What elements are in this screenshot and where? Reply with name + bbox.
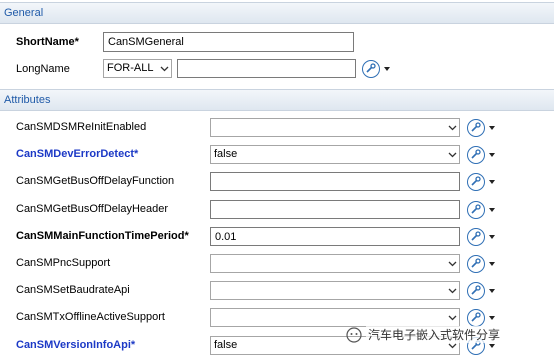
attribute-tool-button[interactable] — [467, 255, 497, 273]
attribute-label: CanSMGetBusOffDelayFunction — [16, 175, 175, 187]
attribute-label: CanSMSetBaudrateApi — [16, 284, 130, 296]
attribute-tool-button[interactable] — [467, 173, 497, 191]
general-section-header: General — [0, 2, 554, 24]
tool-menu-caret-icon — [489, 289, 495, 293]
attribute-label: CanSMGetBusOffDelayHeader — [16, 203, 169, 215]
long-name-language-select[interactable]: FOR-ALL — [103, 59, 172, 78]
chevron-down-icon[interactable] — [157, 60, 171, 77]
long-name-tool-button[interactable] — [362, 60, 392, 78]
short-name-input[interactable]: CanSMGeneral — [103, 32, 354, 52]
attribute-label: CanSMDevErrorDetect* — [16, 148, 139, 160]
watermark-text: 汽车电子嵌入式软件分享 — [366, 326, 503, 343]
long-name-label: LongName — [16, 63, 70, 75]
wrench-circle-icon — [467, 228, 485, 246]
attribute-label: CanSMPncSupport — [16, 257, 111, 269]
wechat-icon — [346, 327, 362, 343]
attribute-label: CanSMDSMReInitEnabled — [16, 121, 147, 133]
attribute-value: false — [214, 339, 238, 351]
attribute-select[interactable] — [210, 281, 460, 300]
wrench-circle-icon — [467, 255, 485, 273]
tool-menu-caret-icon — [489, 316, 495, 320]
wrench-circle-icon — [467, 119, 485, 137]
attribute-select[interactable]: false — [210, 145, 460, 164]
wrench-circle-icon — [467, 146, 485, 164]
tool-menu-caret-icon — [489, 180, 495, 184]
short-name-label: ShortName* — [16, 36, 79, 48]
wrench-circle-icon — [467, 201, 485, 219]
tool-menu-caret-icon — [489, 235, 495, 239]
attribute-select[interactable] — [210, 254, 460, 273]
attribute-input[interactable] — [210, 200, 460, 219]
wrench-circle-icon — [467, 282, 485, 300]
chevron-down-icon[interactable] — [445, 119, 459, 136]
tool-menu-caret-icon — [489, 126, 495, 130]
long-name-language-value: FOR-ALL — [107, 62, 154, 74]
attribute-label: CanSMTxOfflineActiveSupport — [16, 311, 165, 323]
attribute-input[interactable] — [210, 172, 460, 191]
tool-menu-caret-icon — [489, 153, 495, 157]
chevron-down-icon[interactable] — [445, 309, 459, 326]
wrench-circle-icon — [362, 60, 380, 78]
chevron-down-icon[interactable] — [445, 255, 459, 272]
chevron-down-icon[interactable] — [445, 282, 459, 299]
attribute-input[interactable]: 0.01 — [210, 227, 460, 246]
tool-menu-caret-icon — [489, 344, 495, 348]
attribute-label: CanSMVersionInfoApi* — [16, 339, 136, 351]
attribute-select[interactable] — [210, 118, 460, 137]
attribute-tool-button[interactable] — [467, 201, 497, 219]
attribute-tool-button[interactable] — [467, 309, 497, 327]
wrench-circle-icon — [467, 173, 485, 191]
attribute-tool-button[interactable] — [467, 146, 497, 164]
wrench-circle-icon — [467, 309, 485, 327]
attribute-select[interactable] — [210, 308, 460, 327]
attributes-section-header: Attributes — [0, 89, 554, 111]
tool-menu-caret-icon — [489, 262, 495, 266]
chevron-down-icon[interactable] — [445, 146, 459, 163]
tool-menu-caret-icon — [489, 208, 495, 212]
tool-menu-caret-icon — [384, 67, 390, 71]
attribute-tool-button[interactable] — [467, 228, 497, 246]
attribute-tool-button[interactable] — [467, 119, 497, 137]
attribute-label: CanSMMainFunctionTimePeriod* — [16, 230, 189, 242]
attribute-tool-button[interactable] — [467, 282, 497, 300]
long-name-input[interactable] — [177, 59, 356, 78]
attribute-value: false — [214, 148, 238, 160]
